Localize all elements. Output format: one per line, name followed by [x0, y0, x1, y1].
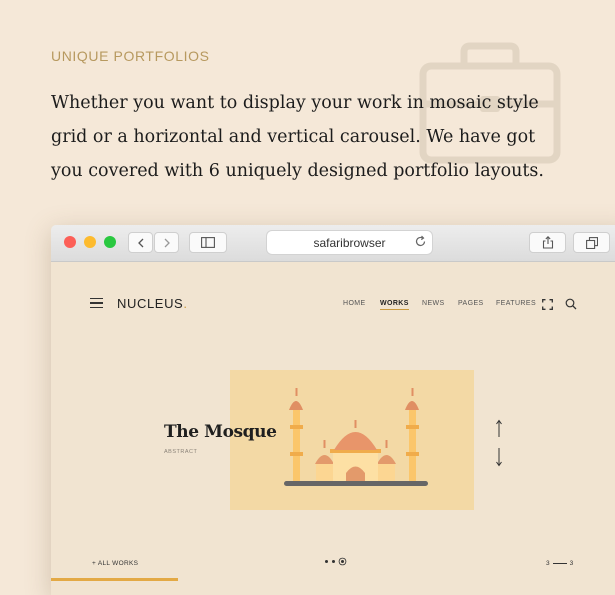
nav-features[interactable]: FEATURES — [496, 300, 536, 307]
section-eyebrow: UNIQUE PORTFOLIOS — [51, 48, 210, 64]
website-page: NUCLEUS. HOME WORKS NEWS PAGES FEATURES — [51, 262, 615, 595]
sidebar-button[interactable] — [189, 232, 227, 253]
menu-icon[interactable] — [90, 298, 103, 308]
vertical-scroll-arrows-icon[interactable] — [494, 419, 504, 469]
section-lead: Whether you want to display your work in… — [51, 93, 544, 181]
logo-dot: . — [183, 296, 188, 311]
counter-divider — [552, 563, 567, 564]
nav-news[interactable]: NEWS — [422, 300, 445, 307]
search-icon[interactable] — [565, 298, 577, 310]
forward-icon — [164, 238, 170, 247]
sidebar-icon — [201, 237, 215, 248]
forward-button[interactable] — [154, 232, 179, 253]
fullscreen-icon[interactable] — [542, 299, 553, 310]
nav-home[interactable]: HOME — [343, 300, 366, 307]
project-title[interactable]: The Mosque — [164, 422, 277, 442]
project-category: ABSTRACT — [164, 449, 198, 455]
pagination-dot[interactable] — [325, 560, 328, 563]
share-icon — [542, 236, 553, 249]
browser-window: safaribrowser NUCLEUS. HOME WORKS NEWS P… — [51, 225, 615, 595]
counter-total: 3 — [569, 560, 574, 567]
site-logo[interactable]: NUCLEUS. — [117, 296, 188, 311]
tabs-icon — [585, 236, 598, 249]
back-icon — [137, 238, 143, 247]
browser-toolbar: safaribrowser — [51, 225, 615, 262]
pagination-dot-active[interactable] — [341, 560, 344, 563]
slide-pagination — [325, 560, 344, 563]
pagination-dot[interactable] — [332, 560, 335, 563]
all-works-link[interactable]: + ALL WORKS — [92, 560, 138, 567]
reload-icon[interactable] — [414, 235, 427, 248]
address-bar[interactable]: safaribrowser — [267, 231, 432, 254]
share-button[interactable] — [529, 232, 566, 253]
logo-text: NUCLEUS — [117, 296, 184, 311]
tabs-button[interactable] — [573, 232, 610, 253]
address-text: safaribrowser — [313, 235, 386, 250]
close-window-button[interactable] — [64, 236, 76, 248]
minimize-window-button[interactable] — [84, 236, 96, 248]
counter-current: 3 — [546, 560, 550, 567]
nav-works[interactable]: WORKS — [380, 300, 409, 310]
nav-pages[interactable]: PAGES — [458, 300, 484, 307]
slide-counter: 3 3 — [546, 560, 573, 567]
back-button[interactable] — [128, 232, 153, 253]
zoom-window-button[interactable] — [104, 236, 116, 248]
